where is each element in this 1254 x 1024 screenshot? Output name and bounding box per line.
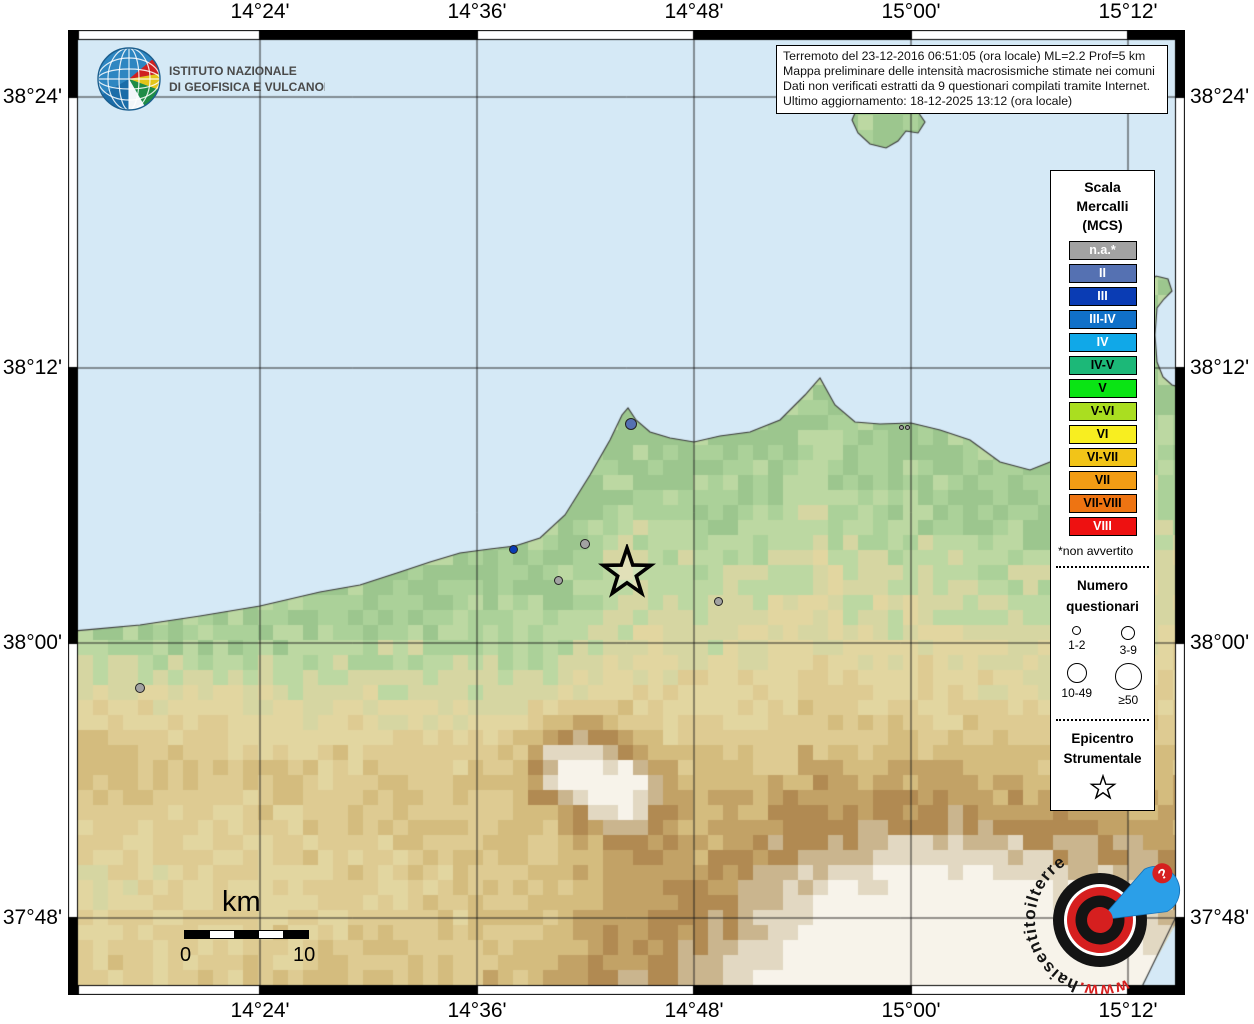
scale-end-label: 10: [293, 944, 316, 966]
legend-footnote: *non avvertito: [1058, 543, 1134, 558]
lon-tick-label: 15°00': [881, 0, 941, 23]
scale-start-label: 0: [180, 944, 192, 966]
mercalli-scale-item: n.a.*: [1068, 240, 1137, 260]
mercalli-scale-item: V: [1068, 378, 1137, 398]
questionnaire-size-item: ≥50: [1103, 662, 1155, 707]
questionnaire-size-label: 3-9: [1119, 642, 1137, 657]
info-line-update: Ultimo aggiornamento: 18-12-2025 13:12 (…: [783, 94, 1073, 108]
intensity-marker[interactable]: [713, 596, 723, 606]
lat-tick-label: 37°48': [1190, 906, 1250, 929]
epicenter-title: Epicentro Strumentale: [1063, 730, 1142, 767]
questionnaire-size-item: 1-2: [1051, 625, 1103, 657]
lat-tick-label: 38°24': [1190, 85, 1250, 108]
scale-seg: [258, 930, 285, 939]
mercalli-scale-item: VI: [1068, 424, 1137, 444]
lon-tick-label: 14°36': [447, 0, 507, 23]
questionnaire-circle-icon: [1072, 625, 1082, 635]
questionnaire-size-item: 10-49: [1051, 662, 1103, 707]
mercalli-scale-item: III-IV: [1068, 309, 1137, 329]
lat-tick-label: 38°00': [2, 631, 62, 654]
mercalli-scale-item: VIII: [1068, 516, 1137, 536]
questionnaire-circle-icon: [1121, 625, 1136, 640]
mercalli-scale-item: VII-VIII: [1068, 493, 1137, 513]
watermark-www: www.: [1069, 958, 1136, 1018]
mercalli-scale-item: V-VI: [1068, 401, 1137, 421]
mercalli-scale-item: VII: [1068, 470, 1137, 490]
scale-unit-label: km: [222, 886, 261, 918]
scale-bar-segments: [184, 930, 309, 939]
questionnaire-size-label: ≥50: [1118, 692, 1139, 707]
ingv-logo: ISTITUTO NAZIONALE DI GEOFISICA E VULCAN…: [97, 47, 325, 111]
scale-seg: [283, 930, 309, 939]
earthquake-info-box: Terremoto del 23-12-2016 06:51:05 (ora l…: [776, 45, 1168, 114]
lat-tick-label: 37°48': [2, 906, 62, 929]
scale-seg: [208, 930, 235, 939]
questionnaires-title: Numero questionari: [1066, 577, 1139, 614]
logo-org-line2: DI GEOFISICA E VULCANOLOGIA: [169, 80, 325, 94]
mercalli-scale-item: II: [1068, 263, 1137, 283]
scale-seg: [184, 930, 210, 939]
lon-tick-label: 14°24': [230, 999, 290, 1022]
lat-tick-label: 38°12': [1190, 356, 1250, 379]
haisentito-watermark-logo: www.haisentitoilterremoto.it ?: [1005, 828, 1180, 1018]
questionnaire-size-label: 1-2: [1068, 637, 1086, 652]
legend-divider-1: [1056, 565, 1149, 568]
lon-tick-label: 14°48': [664, 999, 724, 1022]
questionnaire-circle-icon: [1066, 662, 1087, 683]
legend-divider-2: [1056, 718, 1149, 721]
mercalli-scale-item: IV: [1068, 332, 1137, 352]
map-page: 14°24' 14°36' 14°48' 15°00' 15°12' 14°24' 14°…: [0, 0, 1254, 1024]
questionnaire-size-item: 3-9: [1103, 625, 1155, 657]
scale-seg: [233, 930, 260, 939]
lat-tick-label: 38°12': [2, 356, 62, 379]
questionnaire-size-label: 10-49: [1061, 685, 1093, 700]
intensity-marker[interactable]: [904, 424, 910, 430]
mercalli-scale-item: VI-VII: [1068, 447, 1137, 467]
lon-tick-label: 14°24': [230, 0, 290, 23]
lon-tick-label: 14°36': [447, 999, 507, 1022]
legend-title: Scala Mercalli (MCS): [1076, 179, 1129, 233]
intensity-marker[interactable]: [898, 424, 904, 430]
intensity-marker[interactable]: [625, 418, 637, 430]
mercalli-scale-item: III: [1068, 286, 1137, 306]
info-line-event: Terremoto del 23-12-2016 06:51:05 (ora l…: [783, 49, 1146, 63]
intensity-marker[interactable]: [580, 539, 590, 549]
mercalli-scale-item: IV-V: [1068, 355, 1137, 375]
epicenter-star-key-icon: [1088, 774, 1117, 800]
lat-tick-label: 38°24': [2, 85, 62, 108]
logo-org-line1: ISTITUTO NAZIONALE: [169, 64, 297, 78]
info-line-map: Mappa preliminare delle intensità macros…: [783, 64, 1155, 78]
mercalli-scale-list: n.a.* II III III-IV IV IV-V V V-VI VI VI-VII VII VI…: [1051, 240, 1154, 536]
questionnaire-circle-icon: [1114, 662, 1142, 690]
legend-panel: Scala Mercalli (MCS) n.a.* II III III-IV IV I…: [1050, 170, 1155, 812]
epicenter-star-icon[interactable]: [598, 544, 656, 602]
intensity-marker[interactable]: [553, 575, 563, 585]
lat-tick-label: 38°00': [1190, 631, 1250, 654]
info-line-data: Dati non verificati estratti da 9 questi…: [783, 79, 1151, 93]
questionnaire-size-key: 1-2 3-9 10-49 ≥50: [1051, 624, 1154, 711]
ingv-globe-icon: [97, 47, 161, 111]
lon-tick-label: 14°48': [664, 0, 724, 23]
intensity-marker[interactable]: [508, 544, 518, 554]
intensity-marker[interactable]: [135, 683, 145, 693]
lon-tick-label: 15°00': [881, 999, 941, 1022]
lon-tick-label: 15°12': [1098, 0, 1158, 23]
